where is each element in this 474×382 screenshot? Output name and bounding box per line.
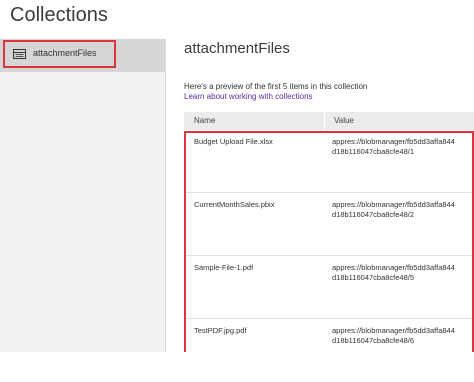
sidebar: attachmentFiles	[0, 39, 166, 352]
cell-value-line: appres://blobmanager/fb5dd3affa844	[332, 326, 455, 335]
column-divider	[324, 112, 325, 130]
table-row[interactable]: CurrentMonthSales.pbix appres://blobmana…	[184, 193, 474, 256]
table-icon	[13, 49, 26, 59]
table-row[interactable]: TestPDF.jpg.pdf appres://blobmanager/fb5…	[184, 319, 474, 382]
cell-value-line: d18b116047cba8cfe48/1	[332, 147, 415, 156]
cell-name: Sample-File-1.pdf	[194, 263, 254, 272]
table-row[interactable]: Sample-File-1.pdf appres://blobmanager/f…	[184, 256, 474, 319]
cell-value: appres://blobmanager/fb5dd3affa844 d18b1…	[332, 137, 468, 157]
cell-name: TestPDF.jpg.pdf	[194, 326, 247, 335]
sidebar-item-attachmentfiles[interactable]: attachmentFiles	[0, 39, 165, 72]
cell-value-line: appres://blobmanager/fb5dd3affa844	[332, 263, 455, 272]
table-row[interactable]: Budget Upload File.xlsx appres://blobman…	[184, 130, 474, 193]
column-header-value[interactable]: Value	[334, 116, 354, 125]
cell-value-line: d18b116047cba8cfe48/5	[332, 273, 415, 282]
table-header: Name Value	[184, 112, 474, 130]
cell-value: appres://blobmanager/fb5dd3affa844 d18b1…	[332, 200, 468, 220]
cell-value-line: d18b116047cba8cfe48/6	[332, 336, 415, 345]
preview-description: Here's a preview of the first 5 items in…	[184, 82, 368, 91]
column-header-name[interactable]: Name	[194, 116, 215, 125]
cell-value-line: d18b116047cba8cfe48/2	[332, 210, 415, 219]
cell-name: CurrentMonthSales.pbix	[194, 200, 275, 209]
sidebar-item-label: attachmentFiles	[33, 48, 97, 58]
table-body: Budget Upload File.xlsx appres://blobman…	[184, 130, 474, 352]
learn-collections-link[interactable]: Learn about working with collections	[184, 92, 313, 101]
cell-value-line: appres://blobmanager/fb5dd3affa844	[332, 137, 455, 146]
cell-value: appres://blobmanager/fb5dd3affa844 d18b1…	[332, 326, 468, 346]
cell-name: Budget Upload File.xlsx	[194, 137, 273, 146]
cell-value: appres://blobmanager/fb5dd3affa844 d18b1…	[332, 263, 468, 283]
page-title: Collections	[10, 4, 108, 26]
cell-value-line: appres://blobmanager/fb5dd3affa844	[332, 200, 455, 209]
collection-name-heading: attachmentFiles	[184, 40, 290, 57]
